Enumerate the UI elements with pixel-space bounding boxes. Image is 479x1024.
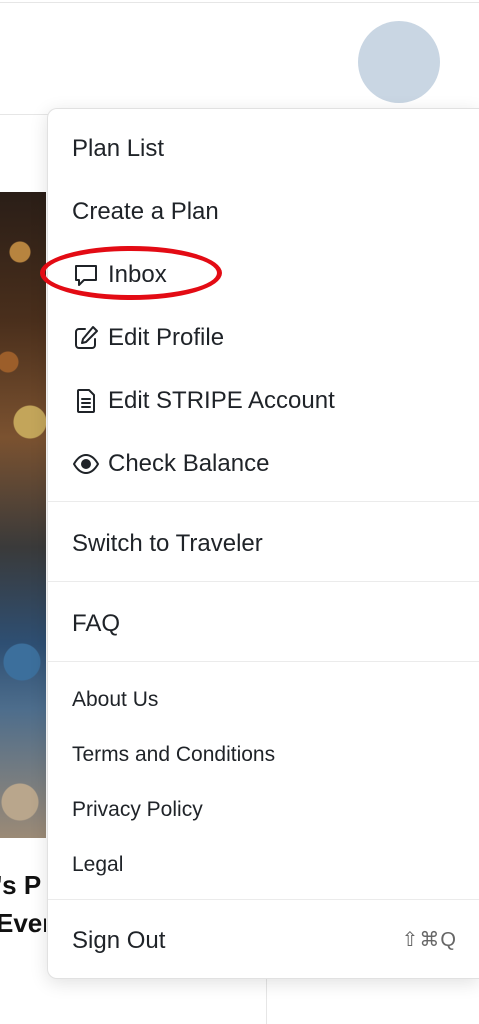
user-dropdown-menu: Plan List Create a Plan Inbox Edit Profi… [47, 108, 479, 979]
menu-item-edit-profile[interactable]: Edit Profile [72, 318, 224, 358]
header-top-rule [0, 2, 479, 3]
menu-item-terms[interactable]: Terms and Conditions [72, 735, 275, 775]
background-card-image[interactable] [0, 192, 46, 838]
menu-item-check-balance[interactable]: Check Balance [72, 444, 269, 484]
menu-item-label: Switch to Traveler [72, 530, 263, 557]
menu-item-label: Edit STRIPE Account [108, 387, 335, 414]
menu-item-label: Create a Plan [72, 198, 219, 225]
menu-item-faq[interactable]: FAQ [72, 604, 120, 644]
menu-divider [48, 581, 479, 582]
inbox-highlight-annotation [40, 246, 222, 300]
menu-item-label: Sign Out [72, 927, 166, 954]
menu-item-label: Legal [72, 853, 124, 876]
menu-item-label: About Us [72, 688, 159, 711]
menu-item-label: Privacy Policy [72, 798, 203, 821]
menu-item-sign-out[interactable]: Sign Out [72, 921, 165, 961]
menu-divider [48, 501, 479, 502]
menu-item-create-plan[interactable]: Create a Plan [72, 192, 219, 232]
menu-item-plan-list[interactable]: Plan List [72, 129, 164, 169]
menu-item-privacy[interactable]: Privacy Policy [72, 790, 203, 830]
document-icon [72, 387, 108, 415]
menu-item-label: Edit Profile [108, 324, 225, 351]
sign-out-shortcut: ⇧⌘Q [401, 929, 457, 951]
eye-icon [72, 450, 108, 478]
edit-icon [72, 324, 108, 352]
menu-item-about-us[interactable]: About Us [72, 680, 158, 720]
menu-item-label: Terms and Conditions [72, 743, 276, 766]
menu-item-label: Plan List [72, 135, 165, 162]
menu-item-switch-traveler[interactable]: Switch to Traveler [72, 524, 263, 564]
menu-item-edit-stripe[interactable]: Edit STRIPE Account [72, 381, 335, 421]
background-card-title-line-2: Ever [0, 908, 46, 938]
background-divider [266, 978, 267, 1024]
background-card-title-line-1: 's P [0, 870, 42, 900]
menu-divider [48, 661, 479, 662]
avatar[interactable] [358, 21, 440, 103]
menu-item-legal[interactable]: Legal [72, 845, 123, 885]
menu-item-label: Check Balance [108, 450, 270, 477]
background-card-title: 's P Ever [0, 866, 46, 942]
menu-divider [48, 899, 479, 900]
menu-item-label: FAQ [72, 610, 121, 637]
